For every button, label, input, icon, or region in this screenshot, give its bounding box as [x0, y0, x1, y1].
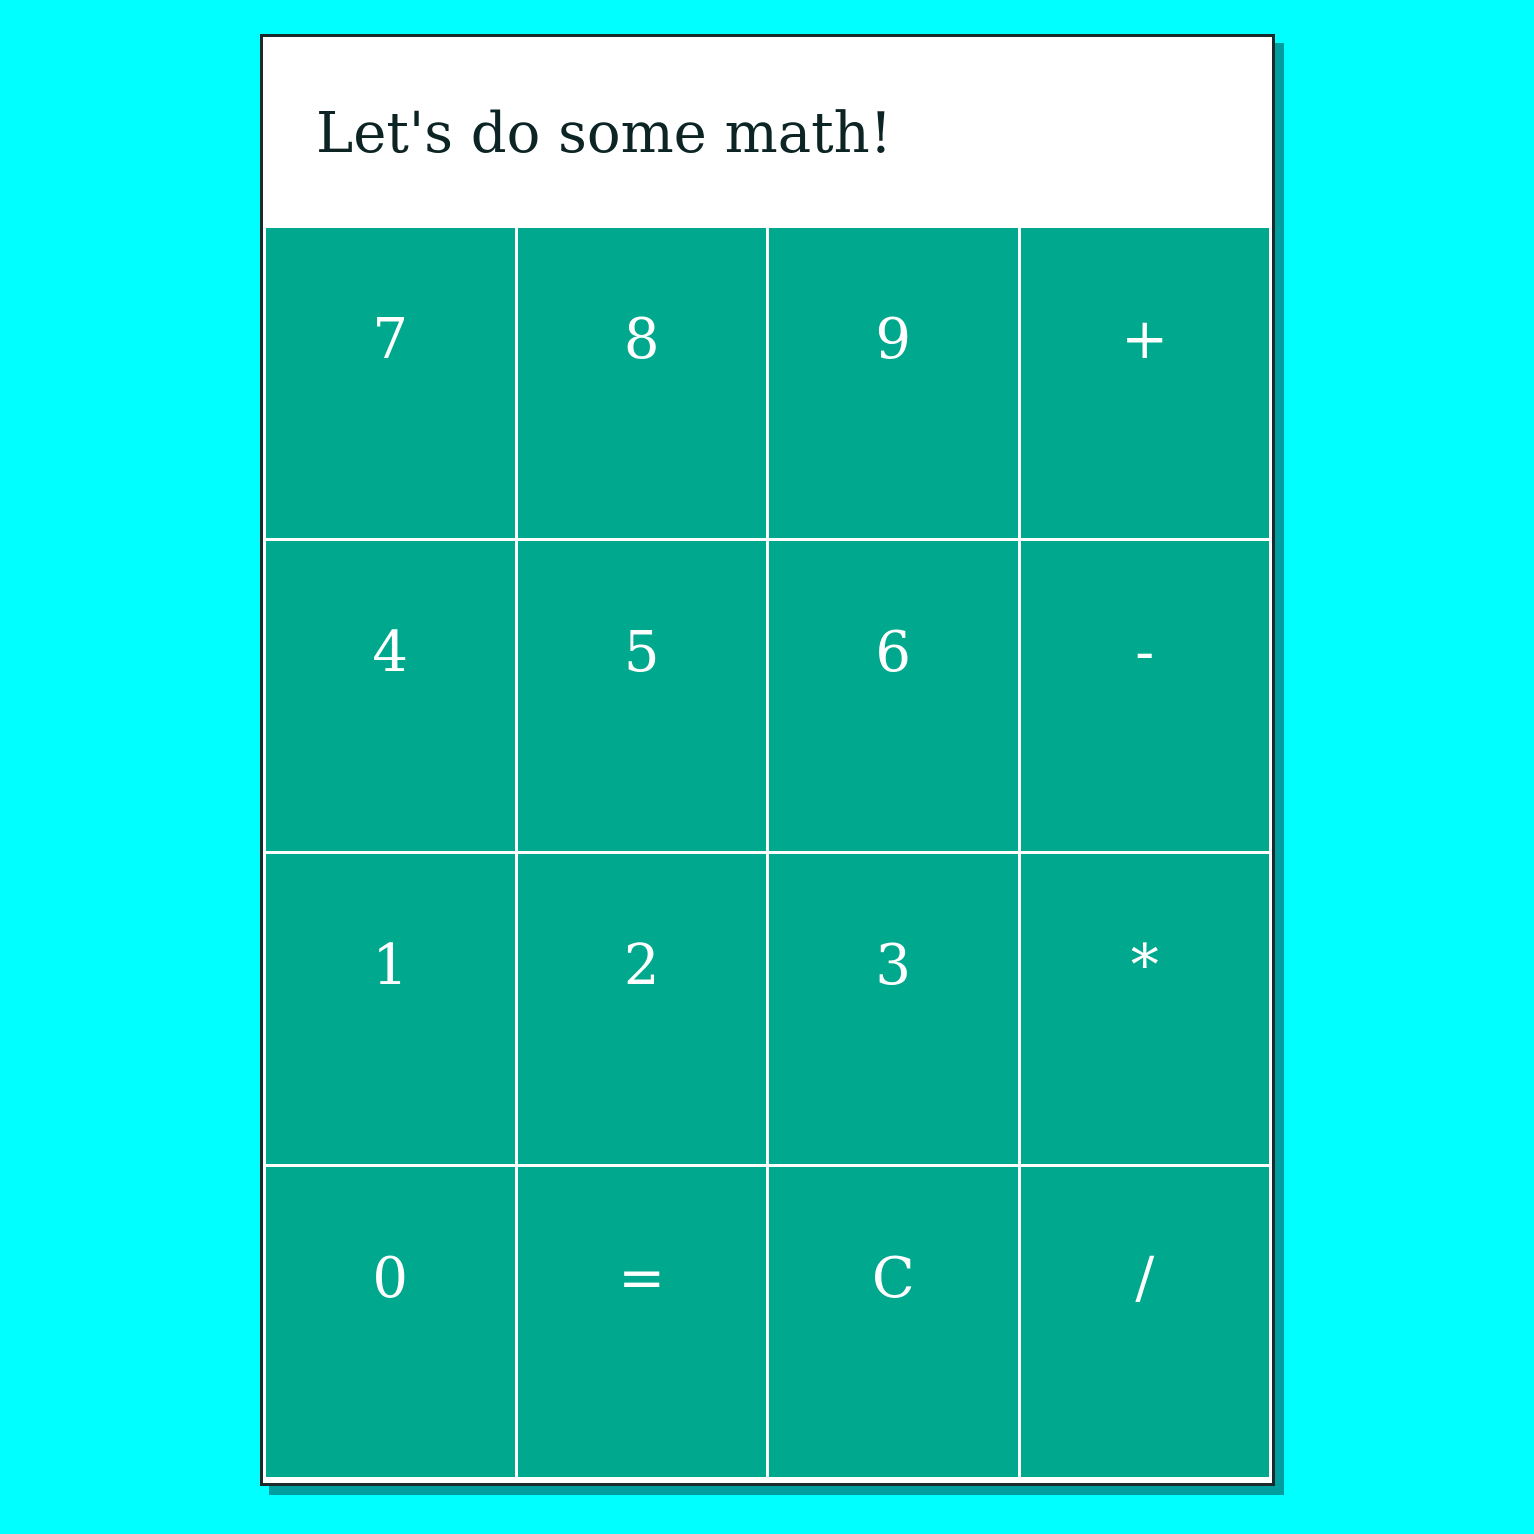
key-1[interactable]: 1: [266, 854, 515, 1164]
key-add[interactable]: +: [1020, 228, 1269, 538]
key-label: *: [1130, 933, 1159, 998]
key-label: 4: [372, 620, 409, 685]
key-0[interactable]: 0: [266, 1167, 515, 1477]
key-label: 3: [875, 933, 912, 998]
key-5[interactable]: 5: [517, 541, 766, 851]
key-label: 8: [623, 307, 660, 372]
key-4[interactable]: 4: [266, 541, 515, 851]
key-label: 0: [372, 1246, 409, 1311]
key-label: C: [871, 1246, 915, 1311]
key-label: 6: [875, 620, 912, 685]
key-label: /: [1135, 1246, 1155, 1311]
key-label: 7: [372, 307, 409, 372]
key-3[interactable]: 3: [769, 854, 1018, 1164]
key-7[interactable]: 7: [266, 228, 515, 538]
calculator: Let's do some math! 7 8 9 + 4 5 6 - 1 2 …: [260, 34, 1275, 1486]
key-label: 2: [623, 933, 660, 998]
key-label: -: [1135, 620, 1155, 685]
key-8[interactable]: 8: [517, 228, 766, 538]
key-divide[interactable]: /: [1020, 1167, 1269, 1477]
key-label: 5: [623, 620, 660, 685]
key-6[interactable]: 6: [769, 541, 1018, 851]
calculator-display: Let's do some math!: [263, 37, 1272, 225]
display-text: Let's do some math!: [316, 101, 893, 166]
key-equals[interactable]: =: [517, 1167, 766, 1477]
key-label: 9: [875, 307, 912, 372]
key-subtract[interactable]: -: [1020, 541, 1269, 851]
key-label: =: [618, 1246, 666, 1311]
key-multiply[interactable]: *: [1020, 854, 1269, 1164]
key-9[interactable]: 9: [769, 228, 1018, 538]
key-label: +: [1121, 307, 1169, 372]
key-label: 1: [372, 933, 409, 998]
key-clear[interactable]: C: [769, 1167, 1018, 1477]
keypad: 7 8 9 + 4 5 6 - 1 2 3 * 0 = C /: [266, 225, 1269, 1480]
key-2[interactable]: 2: [517, 854, 766, 1164]
